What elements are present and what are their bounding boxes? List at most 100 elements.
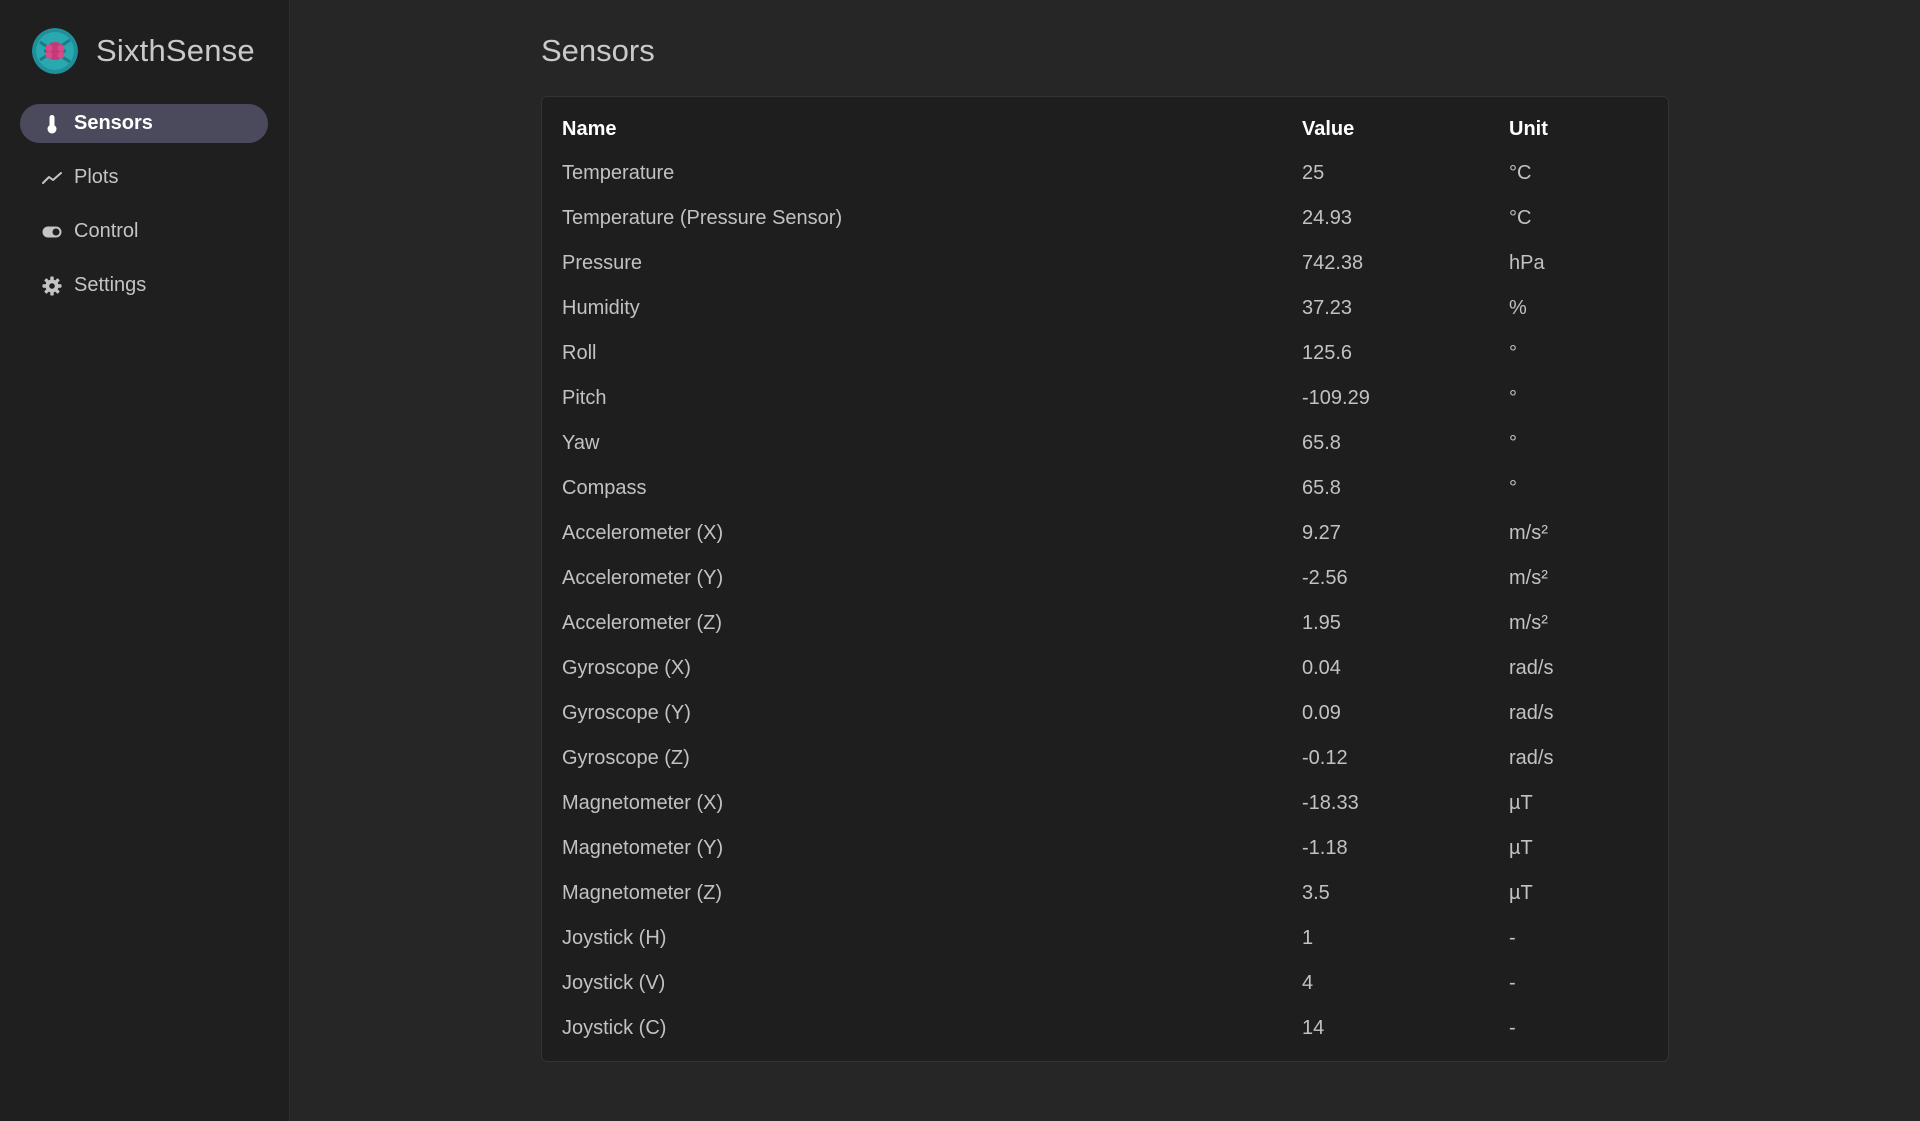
sensor-name-cell: Gyroscope (Y) <box>562 702 691 724</box>
sensor-name-cell: Joystick (H) <box>562 927 667 949</box>
sensors-table: Name Value Unit Temperature 25 °C Temperatu… <box>562 107 1648 1051</box>
page-title: Sensors <box>541 33 655 68</box>
table-row: Gyroscope (Z) -0.12 rad/s <box>562 736 1648 781</box>
column-header-value: Value <box>1302 117 1355 140</box>
sensor-unit-cell: ° <box>1509 477 1517 499</box>
sensor-value-cell: 14 <box>1302 1017 1325 1039</box>
sidebar-nav: Sensors Plots Control Settings <box>0 104 289 305</box>
sensor-value-cell: 25 <box>1302 162 1325 184</box>
sensor-unit-cell: rad/s <box>1509 702 1554 724</box>
brand[interactable]: SixthSense <box>0 27 289 75</box>
sensor-unit-cell: - <box>1509 927 1516 949</box>
sidebar-item-label: Control <box>74 220 139 242</box>
sensor-unit-cell: µT <box>1509 792 1533 814</box>
table-row: Humidity 37.23% <box>562 286 1648 331</box>
chart-line-icon <box>42 168 62 188</box>
sensor-value-cell: -0.12 <box>1302 747 1348 769</box>
table-header-row: Name Value Unit <box>562 107 1648 151</box>
sensor-name-cell: Pitch <box>562 387 607 409</box>
table-row: Gyroscope (Y) 0.09 rad/s <box>562 691 1648 736</box>
sensor-unit-cell: µT <box>1509 837 1533 859</box>
sensor-value-cell: 1.95 <box>1302 612 1341 634</box>
main-content: Sensors Name Value Unit Temperature 25 °C T… <box>290 0 1920 1121</box>
sensor-name-cell: Accelerometer (X) <box>562 522 724 544</box>
sensor-unit-cell: m/s² <box>1509 522 1548 544</box>
sixthsense-logo-icon <box>32 28 78 74</box>
sensor-value-cell: 0.09 <box>1302 702 1341 724</box>
sensor-value-cell: 125.6 <box>1302 342 1353 364</box>
sensor-name-cell: Compass <box>562 477 647 499</box>
sensor-value-cell: 24.93 <box>1302 207 1353 229</box>
table-row: Roll 125.6 ° <box>562 331 1648 376</box>
sensor-value-cell: 37.23 <box>1302 297 1353 319</box>
sidebar: SixthSense Sensors Plots Control Setting… <box>0 0 290 1121</box>
sidebar-item-sensors[interactable]: Sensors <box>20 104 268 143</box>
sensor-unit-cell: ° <box>1509 432 1517 454</box>
sensor-name-cell: Joystick (C) <box>562 1017 667 1039</box>
table-row: Temperature 25 °C <box>562 151 1648 196</box>
sidebar-item-label: Plots <box>74 166 119 188</box>
table-row: Magnetometer (X) -18.33 µT <box>562 781 1648 826</box>
sensor-name-cell: Roll <box>562 342 597 364</box>
table-row: Pitch -109.29 ° <box>562 376 1648 421</box>
sensor-name-cell: Magnetometer (Z) <box>562 882 723 904</box>
sensor-unit-cell: - <box>1509 972 1516 994</box>
column-header-name: Name <box>562 117 617 140</box>
sensor-name-cell: Gyroscope (Z) <box>562 747 690 769</box>
sensor-name-cell: Temperature <box>562 162 675 184</box>
sensors-card: Name Value Unit Temperature 25 °C Temperatu… <box>541 96 1669 1062</box>
sensor-unit-cell: °C <box>1509 162 1532 184</box>
sensor-value-cell: 0.04 <box>1302 657 1341 679</box>
table-row: Accelerometer (Z) 1.95 m/s² <box>562 601 1648 646</box>
sidebar-item-label: Settings <box>74 274 147 296</box>
sensor-unit-cell: µT <box>1509 882 1533 904</box>
sensor-name-cell: Temperature (Pressure Sensor) <box>562 207 843 229</box>
table-row: Pressure 742.38 hPa <box>562 241 1648 286</box>
sidebar-item-control[interactable]: Control <box>20 212 268 251</box>
sensor-name-cell: Accelerometer (Y) <box>562 567 724 589</box>
sensor-value-cell: 65.8 <box>1302 477 1341 499</box>
sensor-value-cell: 1 <box>1302 927 1314 949</box>
table-row: Accelerometer (X) 9.27 m/s² <box>562 511 1648 556</box>
table-row: Joystick (V) 4 - <box>562 961 1648 1006</box>
sensor-name-cell: Accelerometer (Z) <box>562 612 723 634</box>
sensor-name-cell: Magnetometer (Y) <box>562 837 724 859</box>
sidebar-item-settings[interactable]: Settings <box>20 266 268 305</box>
sensor-value-cell: 4 <box>1302 972 1314 994</box>
sensor-value-cell: -109.29 <box>1302 387 1370 409</box>
sensor-unit-cell: % <box>1509 297 1527 319</box>
table-row: Joystick (C) 14 - <box>562 1006 1648 1051</box>
sensor-unit-cell: ° <box>1509 342 1517 364</box>
sensor-name-cell: Humidity <box>562 297 640 319</box>
table-body: Temperature 25 °C Temperature (Pressure Sen… <box>562 151 1648 1051</box>
sensor-unit-cell: - <box>1509 1017 1516 1039</box>
table-row: Gyroscope (X) 0.04 rad/s <box>562 646 1648 691</box>
sidebar-item-label: Sensors <box>74 112 153 134</box>
table-row: Compass 65.8 ° <box>562 466 1648 511</box>
app-name: SixthSense <box>96 33 255 68</box>
gear-icon <box>42 276 62 296</box>
sensor-unit-cell: m/s² <box>1509 567 1548 589</box>
thermometer-icon <box>42 114 62 134</box>
sensor-unit-cell: ° <box>1509 387 1517 409</box>
sensor-value-cell: 9.27 <box>1302 522 1341 544</box>
sensor-unit-cell: °C <box>1509 207 1532 229</box>
sensor-value-cell: 65.8 <box>1302 432 1341 454</box>
sensor-unit-cell: m/s² <box>1509 612 1548 634</box>
sensor-name-cell: Pressure <box>562 252 643 274</box>
table-row: Joystick (H) 1 - <box>562 916 1648 961</box>
sensor-value-cell: 3.5 <box>1302 882 1330 904</box>
toggle-icon <box>42 222 62 242</box>
sensor-unit-cell: hPa <box>1509 252 1545 274</box>
table-row: Temperature (Pressure Sensor) 24.93 °C <box>562 196 1648 241</box>
table-row: Accelerometer (Y) -2.56 m/s² <box>562 556 1648 601</box>
sensor-unit-cell: rad/s <box>1509 657 1554 679</box>
sidebar-item-plots[interactable]: Plots <box>20 158 268 197</box>
table-row: Magnetometer (Z) 3.5 µT <box>562 871 1648 916</box>
sensor-name-cell: Gyroscope (X) <box>562 657 691 679</box>
sensor-name-cell: Joystick (V) <box>562 972 666 994</box>
sensor-value-cell: -2.56 <box>1302 567 1348 589</box>
sensor-name-cell: Magnetometer (X) <box>562 792 724 814</box>
sensor-value-cell: 742.38 <box>1302 252 1364 274</box>
app-root: SixthSense Sensors Plots Control Setting… <box>0 0 1920 1121</box>
